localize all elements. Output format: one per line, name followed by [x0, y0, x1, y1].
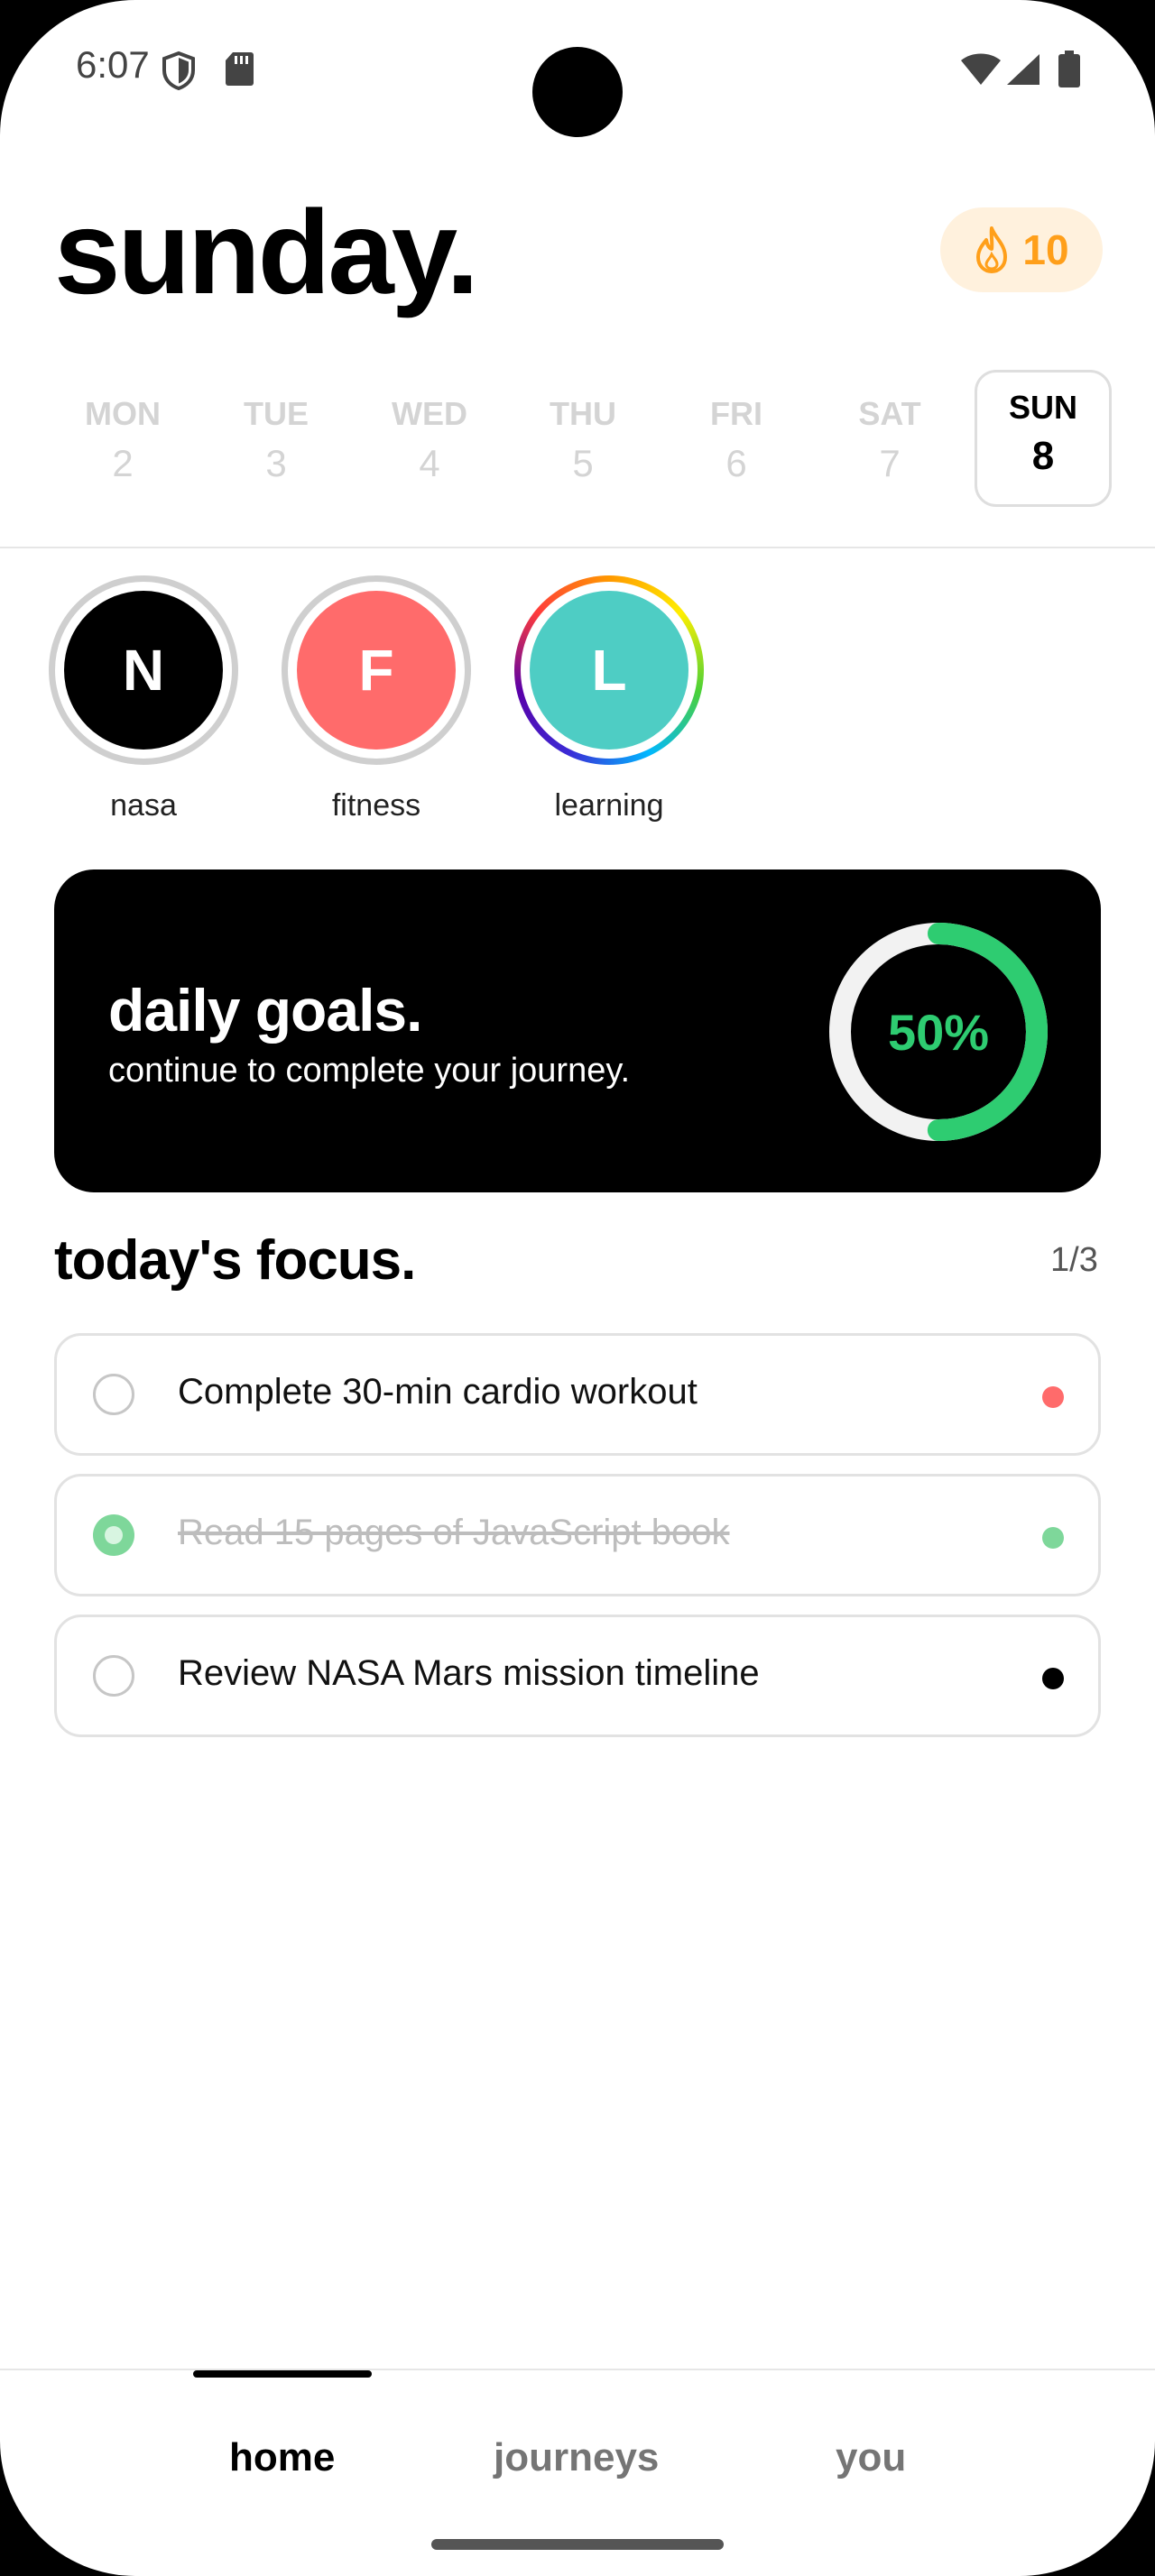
- journey-label: nasa: [110, 788, 177, 823]
- task-item[interactable]: Review NASA Mars mission timeline: [54, 1615, 1101, 1737]
- battery-icon: [1058, 51, 1080, 87]
- day-number: 6: [725, 442, 747, 484]
- nav-journeys[interactable]: journeys: [494, 2435, 659, 2480]
- task-item-completed[interactable]: Read 15 pages of JavaScript book: [54, 1474, 1101, 1596]
- nav-you[interactable]: you: [836, 2435, 906, 2480]
- daily-goals-card[interactable]: daily goals. continue to complete your j…: [54, 869, 1101, 1192]
- journey-label: learning: [554, 788, 664, 823]
- task-item[interactable]: Complete 30-min cardio workout: [54, 1333, 1101, 1456]
- journey-nasa[interactable]: N nasa: [49, 575, 238, 823]
- gesture-home-bar[interactable]: [431, 2539, 724, 2550]
- sd-card-icon: [226, 52, 254, 86]
- daily-goals-title: daily goals.: [108, 977, 422, 1044]
- day-number: 2: [112, 442, 134, 484]
- streak-badge[interactable]: 10: [940, 207, 1103, 292]
- task-color-dot: [1042, 1527, 1064, 1549]
- focus-title: today's focus.: [54, 1229, 416, 1292]
- journey-avatar: N: [64, 591, 223, 750]
- day-number: 5: [572, 442, 594, 484]
- day-number: 3: [265, 442, 287, 484]
- shield-icon: [162, 51, 195, 90]
- journey-learning[interactable]: L learning: [514, 575, 704, 823]
- page-title: sunday.: [54, 186, 479, 318]
- day-thu[interactable]: THU 5: [514, 370, 651, 507]
- journey-avatar: L: [530, 591, 688, 750]
- day-fri[interactable]: FRI 6: [668, 370, 805, 507]
- flame-icon: [976, 226, 1008, 273]
- status-time: 6:07: [76, 43, 150, 86]
- progress-percent: 50%: [887, 1003, 990, 1061]
- day-sat[interactable]: SAT 7: [821, 370, 958, 507]
- day-name: SUN: [1008, 389, 1077, 426]
- day-name: WED: [392, 395, 467, 432]
- day-sun-selected[interactable]: SUN 8: [975, 370, 1112, 507]
- task-label: Review NASA Mars mission timeline: [178, 1653, 760, 1693]
- task-checkbox[interactable]: [93, 1374, 134, 1415]
- journey-ring: N: [49, 575, 238, 765]
- focus-count: 1/3: [1050, 1241, 1098, 1279]
- journey-label: fitness: [331, 788, 421, 823]
- camera-cutout: [532, 47, 623, 137]
- task-label: Read 15 pages of JavaScript book: [178, 1513, 730, 1552]
- task-checkbox[interactable]: [93, 1655, 134, 1697]
- nav-active-indicator: [193, 2370, 372, 2378]
- app-screen: 6:07 sunday. 10 MON 2 TUE 3 WED 4 THU 5 …: [0, 0, 1155, 2576]
- day-number: 7: [879, 442, 901, 484]
- day-number: 4: [419, 442, 440, 484]
- daily-goals-subtitle: continue to complete your journey.: [108, 1052, 631, 1090]
- wifi-icon: [961, 53, 1001, 85]
- day-number: 8: [1031, 434, 1055, 478]
- day-name: SAT: [858, 395, 921, 432]
- journey-ring: F: [282, 575, 471, 765]
- task-checkbox-checked[interactable]: [93, 1514, 134, 1556]
- task-color-dot: [1042, 1668, 1064, 1689]
- journey-ring-active: L: [514, 575, 704, 765]
- signal-icon: [1007, 54, 1040, 85]
- nav-divider: [0, 2369, 1155, 2370]
- status-bar: 6:07: [0, 0, 1155, 144]
- task-color-dot: [1042, 1386, 1064, 1408]
- day-name: TUE: [244, 395, 309, 432]
- journey-fitness[interactable]: F fitness: [282, 575, 471, 823]
- day-name: FRI: [710, 395, 762, 432]
- day-tue[interactable]: TUE 3: [208, 370, 345, 507]
- day-name: MON: [85, 395, 161, 432]
- day-wed[interactable]: WED 4: [361, 370, 498, 507]
- day-name: THU: [550, 395, 616, 432]
- week-selector: MON 2 TUE 3 WED 4 THU 5 FRI 6 SAT 7 SUN …: [54, 370, 1112, 507]
- task-label: Complete 30-min cardio workout: [178, 1372, 698, 1412]
- day-mon[interactable]: MON 2: [54, 370, 191, 507]
- header-divider: [0, 547, 1155, 548]
- streak-count: 10: [1022, 226, 1069, 273]
- journey-avatar: F: [297, 591, 456, 750]
- nav-home[interactable]: home: [229, 2435, 335, 2480]
